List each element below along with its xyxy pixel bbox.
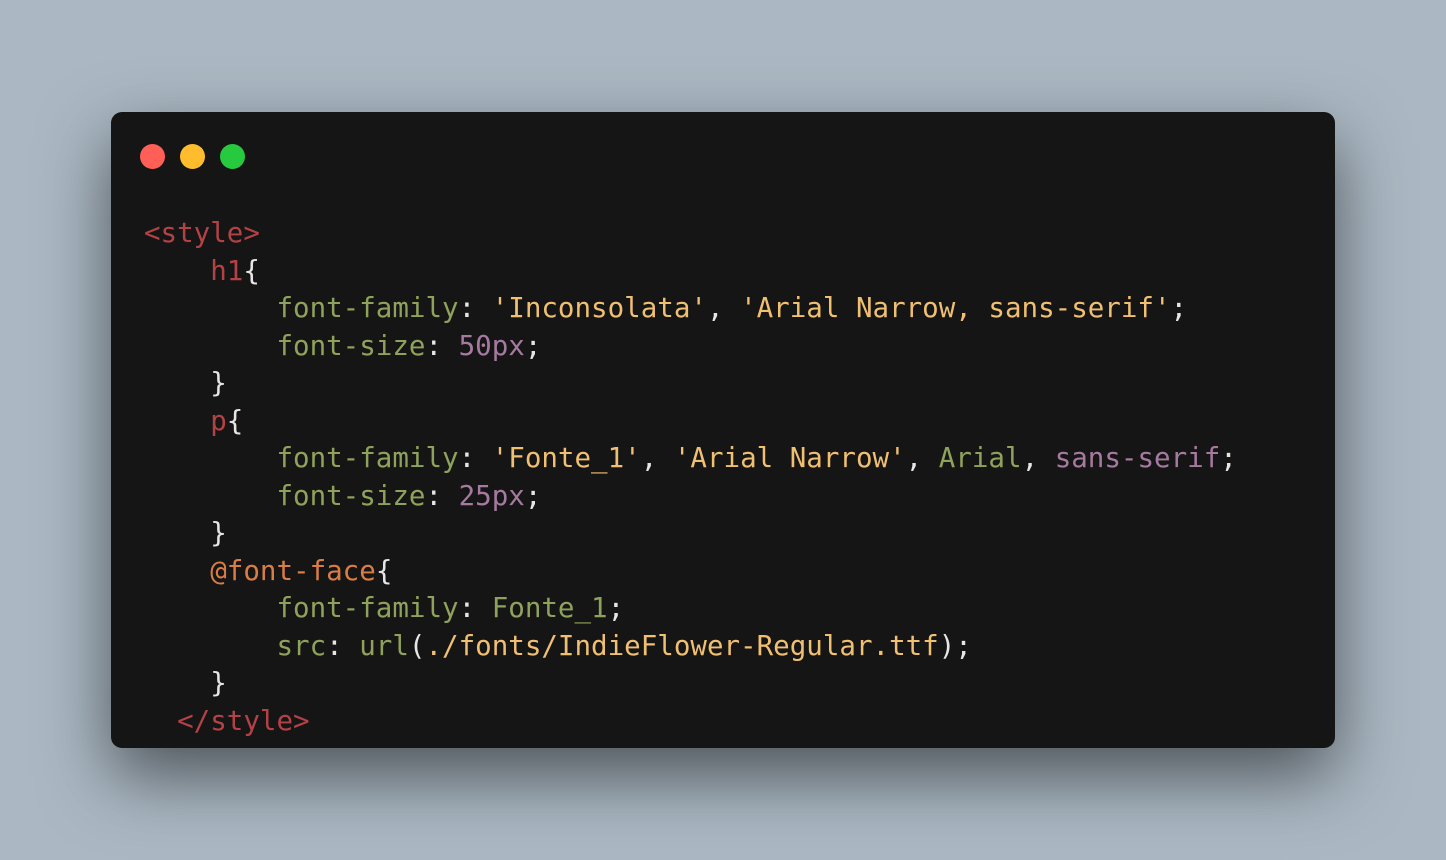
colon: : <box>458 292 476 324</box>
font-face-family-value: Fonte_1 <box>491 592 608 624</box>
comma: , <box>1021 442 1039 474</box>
code-line-12: src: url(./fonts/IndieFlower-Regular.ttf… <box>144 628 1237 666</box>
code-line-4: font-size: 50px; <box>144 328 1237 366</box>
close-brace: } <box>210 667 227 699</box>
colon: : <box>326 629 343 662</box>
code-line-3: font-family: 'Inconsolata', 'Arial Narro… <box>144 290 1237 328</box>
colon: : <box>425 479 443 512</box>
semicolon: ; <box>1220 442 1237 474</box>
code-line-10: @font-face{ <box>144 553 1237 591</box>
style-open-tag: <style> <box>144 217 260 249</box>
url-function: url <box>359 629 409 662</box>
close-dot-icon[interactable] <box>140 144 165 169</box>
h1-size-value: 50px <box>458 329 525 362</box>
font-family-property: font-family <box>276 442 459 474</box>
url-path-value: ./fonts/IndieFlower-Regular.ttf <box>425 629 939 662</box>
comma: , <box>706 292 724 324</box>
p-font-value-1: 'Fonte_1' <box>491 442 641 474</box>
p-size-value: 25px <box>458 479 525 512</box>
close-brace: } <box>210 367 227 399</box>
p-font-value-2: 'Arial Narrow' <box>673 442 906 474</box>
p-font-value-4: sans-serif <box>1054 442 1221 474</box>
code-line-11: font-family: Fonte_1; <box>144 590 1237 628</box>
p-selector: p <box>210 404 227 437</box>
open-brace: { <box>226 404 244 437</box>
code-line-8: font-size: 25px; <box>144 478 1237 516</box>
code-line-5: } <box>144 365 1237 403</box>
minimize-dot-icon[interactable] <box>180 144 205 169</box>
semicolon: ; <box>955 629 972 662</box>
colon: : <box>425 329 443 362</box>
semicolon: ; <box>524 479 542 512</box>
code-window: <style> h1{ font-family: 'Inconsolata', … <box>111 112 1335 748</box>
font-family-property: font-family <box>276 292 459 324</box>
paren-close: ) <box>938 629 956 662</box>
src-property: src <box>276 629 327 662</box>
code-line-6: p{ <box>144 403 1237 441</box>
open-brace: { <box>243 254 260 287</box>
comma: , <box>640 442 658 474</box>
colon: : <box>458 442 476 474</box>
font-family-property: font-family <box>276 592 459 624</box>
close-brace: } <box>210 517 227 549</box>
code-line-14: </style> <box>144 703 1237 741</box>
font-size-property: font-size <box>276 479 426 512</box>
h1-font-value-1: 'Inconsolata' <box>491 292 707 324</box>
font-face-rule: @font-face <box>210 554 376 587</box>
colon: : <box>458 592 476 624</box>
maximize-dot-icon[interactable] <box>220 144 245 169</box>
semicolon: ; <box>524 329 542 362</box>
style-close-tag: </style> <box>177 704 310 737</box>
code-line-1: <style> <box>144 215 1237 253</box>
code-block: <style> h1{ font-family: 'Inconsolata', … <box>144 215 1237 740</box>
semicolon: ; <box>607 592 625 624</box>
font-size-property: font-size <box>276 329 426 362</box>
code-line-9: } <box>144 515 1237 553</box>
code-line-2: h1{ <box>144 253 1237 291</box>
semicolon: ; <box>1170 292 1188 324</box>
h1-font-value-2: 'Arial Narrow, sans-serif' <box>740 292 1171 324</box>
open-brace: { <box>375 554 393 587</box>
code-line-13: } <box>144 665 1237 703</box>
code-line-7: font-family: 'Fonte_1', 'Arial Narrow', … <box>144 440 1237 478</box>
paren-open: ( <box>408 629 426 662</box>
h1-selector: h1 <box>210 254 244 287</box>
p-font-value-3: Arial <box>938 442 1022 474</box>
comma: , <box>905 442 923 474</box>
